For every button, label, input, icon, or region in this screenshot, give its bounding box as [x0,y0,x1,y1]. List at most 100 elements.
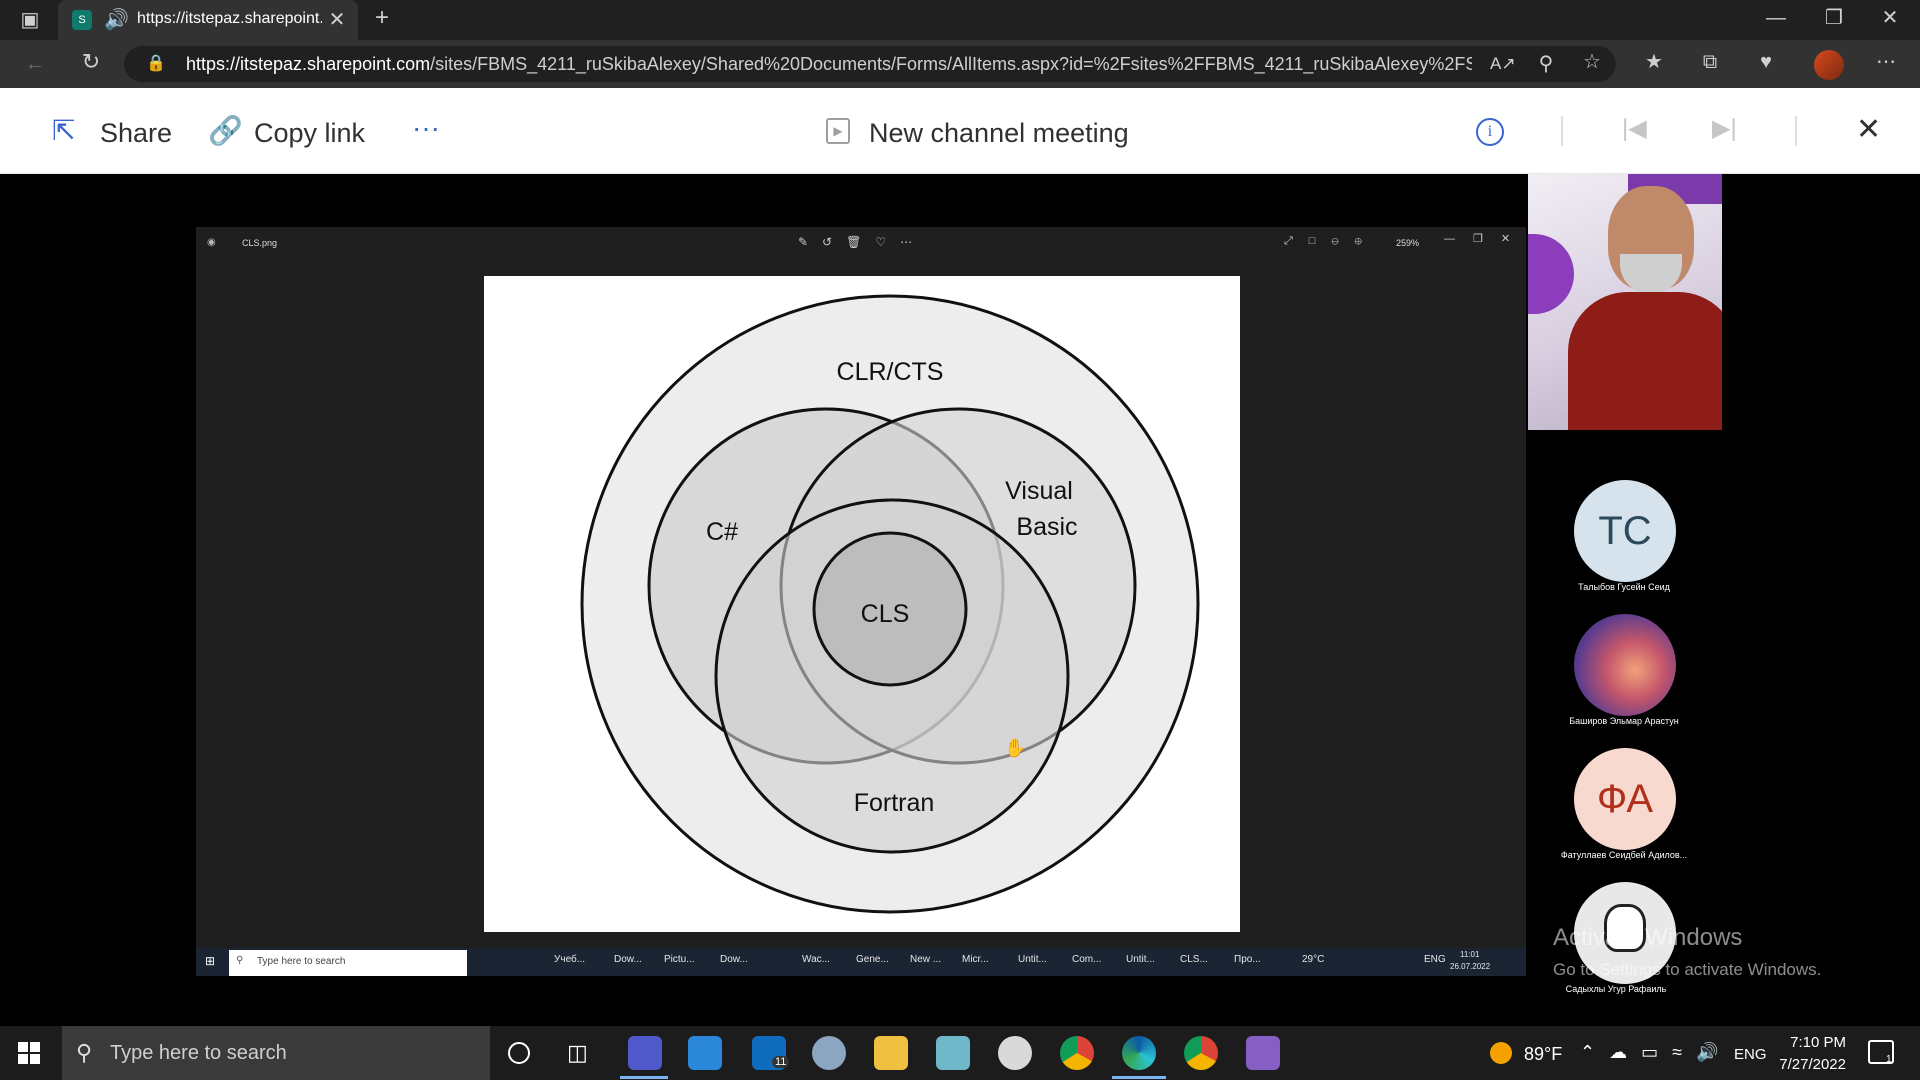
tab-title: https://itstepaz.sharepoint.c [137,10,322,27]
shared-app-label: Про... [1234,954,1261,965]
image-filename: CLS.png [242,238,278,248]
back-icon[interactable]: ← [22,54,48,74]
url-domain: https://itstepaz.sharepoint.com [186,54,431,74]
speaker-icon[interactable]: 🔊 [104,10,129,30]
active-app-indicator [620,1076,668,1079]
shared-search-text: Type here to search [257,956,346,967]
previous-file-icon[interactable]: |◀ [1622,114,1647,143]
shared-lang: ENG [1424,954,1446,965]
zoom-icon[interactable]: ⚲ [1534,54,1558,74]
vb-label-line2: Basic [1016,513,1077,541]
zoom-level: 259% [1396,238,1420,248]
share-button[interactable]: Share [100,118,172,149]
shared-date: 26.07.2022 [1450,962,1491,971]
window-close-icon[interactable]: ✕ [1878,8,1902,28]
new-tab-icon[interactable]: + [370,6,394,30]
more-menu-icon[interactable]: ⋯ [1874,52,1898,72]
photos-app-icon: ◉ [207,237,216,248]
copy-link-icon[interactable]: 🔗 [208,114,243,147]
shared-app-label: New ... [910,954,942,965]
read-aloud-icon[interactable]: A↗ [1490,54,1516,74]
shared-weather: 29°C [1302,954,1325,965]
shared-app-label: Учеб... [554,954,586,965]
weather-icon[interactable] [1490,1042,1512,1064]
cortana-icon[interactable] [508,1042,530,1064]
hand-cursor-icon: ✋ [1004,738,1027,758]
tab-close-icon[interactable]: ✕ [327,10,347,30]
teams-icon[interactable] [628,1036,662,1070]
sharepoint-favicon-icon: S [72,10,92,30]
url-text[interactable]: https://itstepaz.sharepoint.com/sites/FB… [186,54,1472,75]
active-app-indicator [1112,1076,1166,1079]
shared-app-label: Com... [1072,954,1102,965]
lock-icon[interactable]: 🔒 [146,54,166,74]
collections-icon[interactable]: ⧉ [1698,52,1722,72]
cls-label: CLS [861,600,910,628]
chrome-profile-icon[interactable] [1184,1036,1218,1070]
participant-avatar[interactable]: ФА [1574,748,1676,850]
tab-actions-icon[interactable]: ▣ [18,10,42,30]
mail-badge: 11 [772,1056,790,1068]
shared-time: 11:01 [1460,950,1480,959]
share-icon[interactable]: ⇱ [52,114,75,147]
shared-search-icon: ⚲ [236,955,244,966]
reload-icon[interactable]: ↻ [78,51,104,73]
restore-icon[interactable]: ❐ [1822,8,1846,28]
viewer-zoom-icons: ⤢□⊖⊕ [1284,235,1378,247]
browser-essentials-icon[interactable]: ♥ [1754,52,1778,72]
participant-name: Баширов Эльмар Арастун [1569,716,1679,726]
task-view-icon[interactable]: ◫ [567,1040,588,1066]
add-favorite-icon[interactable]: ☆ [1580,52,1604,72]
file-title: New channel meeting [869,118,1129,148]
shared-app-label: Micr... [962,954,989,965]
shared-start-icon: ⊞ [205,954,216,968]
participant-name: Садыхлы Угур Рафаиль [1565,984,1667,994]
file-explorer-icon[interactable] [874,1036,908,1070]
store-icon[interactable] [688,1036,722,1070]
taskbar-lang[interactable]: ENG [1734,1046,1767,1063]
participant-avatar[interactable]: TC [1574,480,1676,582]
favorites-icon[interactable]: ★ [1642,52,1666,72]
taskbar-weather[interactable]: 89°F [1524,1044,1562,1065]
next-file-icon[interactable]: ▶| [1712,114,1737,143]
presenter-shirt [1568,292,1722,430]
tray-icons[interactable]: ⌃☁▭≈🔊 [1580,1042,1732,1063]
shared-app-label: Untit... [1126,954,1155,965]
minimize-icon[interactable]: — [1764,8,1788,28]
shared-app-label: Wac... [802,954,830,965]
close-viewer-icon[interactable]: ✕ [1856,112,1881,147]
activate-windows-watermark: Activate Windows Go to Settings to activ… [1553,924,1821,980]
edge-icon[interactable] [1122,1036,1156,1070]
csharp-label: C# [706,518,738,546]
fortran-label: Fortran [854,789,935,817]
presenter-video[interactable] [1528,174,1722,430]
clr-cts-label: CLR/CTS [837,358,944,386]
shared-app-label: Dow... [720,954,748,965]
logo-backdrop [1528,234,1574,314]
presenter-beard [1620,254,1682,294]
viewer-window-controls: —❐✕ [1444,233,1529,245]
info-icon[interactable]: i [1476,118,1504,146]
taskbar-date[interactable]: 7/27/2022 [1770,1056,1846,1073]
windows-start-icon[interactable] [18,1042,40,1064]
watermark-title: Activate Windows [1553,924,1743,951]
participant-avatar[interactable] [1574,614,1676,716]
more-actions-button[interactable]: ··· [412,112,440,144]
watermark-subtitle: Go to Settings to activate Windows. [1553,960,1822,979]
viewer-toolbar-icons: ✎↺🗑♡⋯ [798,235,927,249]
shared-app-label: Gene... [856,954,889,965]
chrome-icon[interactable] [1060,1036,1094,1070]
shared-app-label: CLS... [1180,954,1208,965]
app-icon[interactable] [998,1036,1032,1070]
profile-avatar[interactable] [1814,50,1844,80]
shared-app-label: Pictu... [664,954,695,965]
video-file-icon: ▶ [826,118,850,144]
copy-link-button[interactable]: Copy link [254,118,365,149]
notification-count: 1 [1886,1054,1892,1065]
paint-icon[interactable] [812,1036,846,1070]
app-icon[interactable] [936,1036,970,1070]
cls-venn-diagram: CLR/CTS C# Visual Basic CLS Fortran [580,294,1200,914]
search-icon: ⚲ [76,1040,93,1065]
visual-studio-icon[interactable] [1246,1036,1280,1070]
taskbar-time[interactable]: 7:10 PM [1786,1034,1846,1051]
